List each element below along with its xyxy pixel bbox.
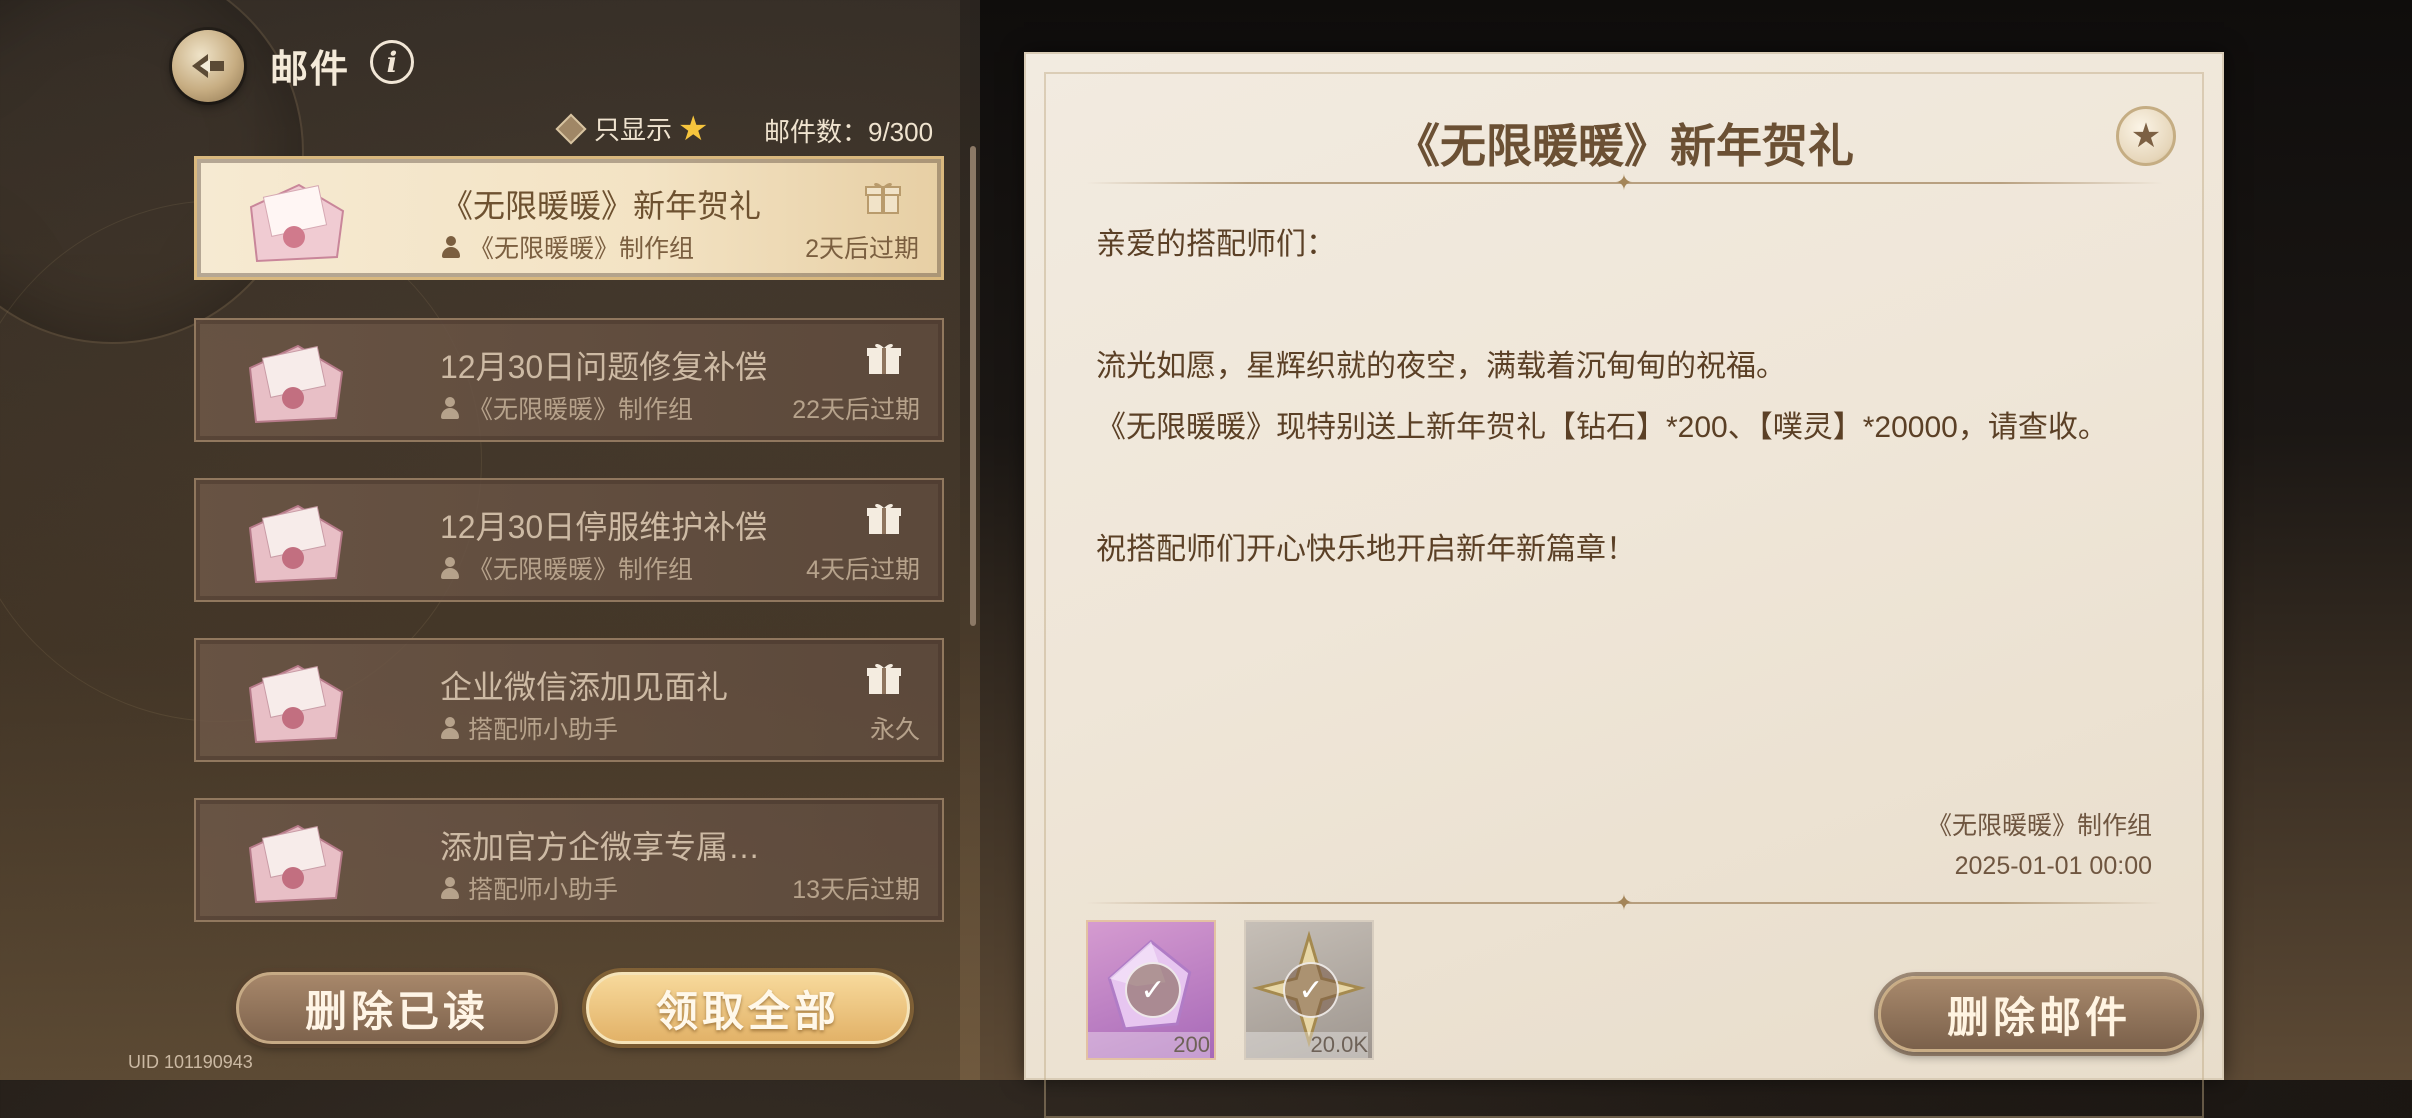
reward-item-puling[interactable]: ✓ 20.0K <box>1244 920 1374 1060</box>
mail-expiry: 22天后过期 <box>792 396 920 424</box>
mail-title: 12月30日问题修复补偿 <box>440 349 768 385</box>
divider: ✦ <box>1086 172 2162 194</box>
mail-item[interactable]: 12月30日问题修复补偿 《无限暖暖》制作组 22天后过期 <box>194 318 944 442</box>
mail-title: 添加官方企微享专属… <box>440 829 761 865</box>
mail-sender-name: 《无限暖暖》制作组 <box>469 235 695 263</box>
mail-sender-name: 《无限暖暖》制作组 <box>468 396 694 424</box>
mail-item[interactable]: 添加官方企微享专属… 搭配师小助手 13天后过期 <box>194 798 944 922</box>
mail-detail-panel: 《无限暖暖》新年贺礼 ★ ✦ 亲爱的搭配师们： 流光如愿，星辉织就的夜空，满载着… <box>1024 52 2224 1118</box>
envelope-icon <box>248 664 344 744</box>
claim-all-button[interactable]: 领取全部 <box>586 972 910 1044</box>
mail-sender-name: 搭配师小助手 <box>468 716 619 744</box>
mail-sender: 搭配师小助手 <box>440 710 618 746</box>
gift-icon <box>867 503 901 534</box>
person-icon <box>440 877 460 899</box>
envelope-icon <box>248 344 344 424</box>
gift-icon <box>867 663 901 694</box>
delete-read-button[interactable]: 删除已读 <box>236 972 558 1044</box>
scrollbar[interactable] <box>970 146 976 626</box>
mail-title: 《无限暖暖》新年贺礼 <box>441 188 762 224</box>
mail-sender: 搭配师小助手 <box>440 870 618 906</box>
gift-icon <box>867 343 901 374</box>
reward-quantity: 20.0K <box>1246 1032 1368 1058</box>
back-arrow-icon <box>192 54 224 78</box>
mail-count: 邮件数：9/300 <box>764 117 934 147</box>
mail-sender: 《无限暖暖》制作组 <box>440 390 693 426</box>
person-icon <box>441 236 461 258</box>
mail-expiry: 2天后过期 <box>805 235 919 263</box>
letter-paragraph: 《无限暖暖》现特别送上新年贺礼【钻石】*200、【噗灵】*20000，请查收。 <box>1096 411 2108 444</box>
letter-body: 亲爱的搭配师们： 流光如愿，星辉织就的夜空，满载着沉甸甸的祝福。 《无限暖暖》现… <box>1096 214 2156 580</box>
letter-paragraph: 流光如愿，星辉织就的夜空，满载着沉甸甸的祝福。 <box>1096 350 1786 383</box>
mail-item[interactable]: 企业微信添加见面礼 搭配师小助手 永久 <box>194 638 944 762</box>
mail-item[interactable]: 《无限暖暖》新年贺礼 《无限暖暖》制作组 2天后过期 <box>194 156 944 280</box>
sparkle-icon: ✦ <box>1614 890 1634 915</box>
claimed-check-icon: ✓ <box>1283 962 1339 1018</box>
divider: ✦ <box>1086 892 2162 914</box>
mail-sender: 《无限暖暖》制作组 <box>440 550 693 586</box>
gift-icon <box>865 182 901 214</box>
back-button[interactable] <box>172 30 244 102</box>
page-title: 邮件 <box>270 49 351 91</box>
envelope-icon <box>248 824 344 904</box>
letter-date: 2025-01-01 00:00 <box>1954 852 2152 880</box>
delete-mail-button[interactable]: 删除邮件 <box>1878 976 2200 1052</box>
mail-list: 《无限暖暖》新年贺礼 《无限暖暖》制作组 2天后过期 12月30日问题修复补偿 … <box>194 156 944 926</box>
letter-paragraph: 祝搭配师们开心快乐地开启新年新篇章！ <box>1096 533 1636 566</box>
mail-sender: 《无限暖暖》制作组 <box>441 229 694 265</box>
claimed-check-icon: ✓ <box>1125 962 1181 1018</box>
mail-title: 企业微信添加见面礼 <box>440 669 729 705</box>
letter-signature: 《无限暖暖》制作组 <box>1926 812 2152 840</box>
info-icon[interactable]: i <box>370 40 414 84</box>
reward-item-diamond[interactable]: ✓ 200 <box>1086 920 1216 1060</box>
sparkle-icon: ✦ <box>1614 170 1634 195</box>
mail-item[interactable]: 12月30日停服维护补偿 《无限暖暖》制作组 4天后过期 <box>194 478 944 602</box>
mail-expiry: 13天后过期 <box>792 876 920 904</box>
filter-checkbox-icon[interactable] <box>555 112 587 145</box>
favorite-star-button[interactable]: ★ <box>2116 106 2176 166</box>
letter-greeting: 亲爱的搭配师们： <box>1096 228 1336 261</box>
person-icon <box>440 717 460 739</box>
mail-title: 12月30日停服维护补偿 <box>440 509 768 545</box>
reward-quantity: 200 <box>1088 1032 1210 1058</box>
person-icon <box>440 397 460 419</box>
envelope-icon <box>249 183 345 263</box>
person-icon <box>440 557 460 579</box>
star-icon: ★ <box>678 109 709 148</box>
mail-expiry: 永久 <box>869 716 920 744</box>
filter-only-starred[interactable]: 只显示 ★ <box>555 109 709 148</box>
mail-sender-name: 搭配师小助手 <box>468 876 619 904</box>
filter-label: 只显示 <box>594 115 673 145</box>
envelope-icon <box>248 504 344 584</box>
uid-label: UID 101190943 <box>128 1052 253 1072</box>
letter-signature-block: 《无限暖暖》制作组 2025-01-01 00:00 <box>1927 806 2152 886</box>
mail-expiry: 4天后过期 <box>806 556 920 584</box>
letter-title: 《无限暖暖》新年贺礼 <box>1394 120 1854 172</box>
mail-sender-name: 《无限暖暖》制作组 <box>468 556 694 584</box>
